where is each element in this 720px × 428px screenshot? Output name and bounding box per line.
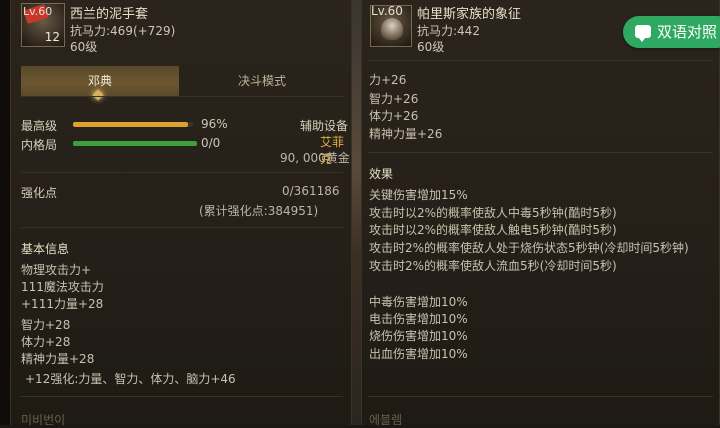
section-divider: [368, 60, 713, 61]
basic-line: 111魔法攻击力: [21, 280, 104, 294]
damage-line: 烧伤伤害增加10%: [369, 329, 468, 343]
section-divider: [21, 172, 343, 173]
background-strip: [352, 0, 361, 425]
effect-line: 攻击时以2%的概率使敌人触电5秒钟(酷时5秒): [369, 223, 617, 237]
effect-line: 攻击时以2%的概率使敌人中毒5秒钟(酷时5秒): [369, 206, 617, 220]
faded-section-title: 미비번이: [21, 413, 66, 427]
effect-line: 攻击时2%的概率使敌人处于烧伤状态5秒钟(冷却时间5秒钟): [369, 241, 689, 255]
bilingual-translate-button[interactable]: 双语对照: [623, 16, 720, 48]
enhance-total: (累计强化点:384951): [199, 204, 319, 218]
item-level: 60级: [417, 40, 445, 54]
item-name: 西兰的泥手套: [70, 7, 149, 22]
basic-line: 物理攻击力+: [21, 263, 92, 277]
basic-line: +111力量+28: [21, 297, 104, 311]
damage-line: 电击伤害增加10%: [369, 312, 468, 326]
item-level: 60级: [70, 40, 98, 54]
enhance-value: 0/361186: [282, 184, 340, 198]
enhance-label: 强化点: [21, 186, 58, 200]
basic-line: 精神力量+28: [21, 352, 95, 366]
stat-line: 力+26: [369, 73, 407, 87]
effect-line: 关键伤害增加15%: [369, 188, 468, 202]
section-divider: [21, 396, 343, 397]
effects-title: 效果: [369, 167, 394, 181]
section-divider: [21, 227, 343, 228]
grade-label: 最高级: [21, 119, 58, 133]
gloves-icon: Lv.60 12: [21, 3, 65, 47]
aux-label: 辅助设备: [300, 119, 349, 133]
stat-line: 体力+26: [369, 109, 419, 123]
basic-info-title: 基本信息: [21, 242, 70, 256]
damage-line: 中毒伤害增加10%: [369, 295, 468, 309]
mode-tabs: 邓典 决斗模式: [21, 66, 343, 96]
grade-bar-fill: [73, 122, 189, 127]
emblem-shape: [381, 18, 403, 40]
pattern-bar: [73, 141, 197, 146]
pattern-label: 内格局: [21, 138, 58, 152]
section-divider: [368, 396, 713, 397]
pattern-bar-fill: [73, 141, 197, 146]
item-tooltip-emblem: Lv.60 帕里斯家族的象征 抗马力:442 60级 力+26 智力+26 体力…: [361, 0, 720, 427]
item-count: 12: [44, 30, 60, 44]
item-resist: 抗马力:469(+729): [70, 24, 176, 38]
emblem-icon: Lv.60: [370, 4, 412, 47]
stat-line: 智力+26: [369, 92, 419, 106]
item-resist: 抗马力:442: [417, 24, 480, 38]
damage-line: 出血伤害增加10%: [369, 347, 468, 361]
section-divider: [368, 152, 713, 153]
faded-section-title: 에블렘: [369, 413, 403, 427]
item-level-tag: Lv.60: [23, 5, 53, 18]
translate-button-label: 双语对照: [657, 23, 718, 41]
tab-divider: [21, 96, 343, 97]
aux-price: 90, 000黄金: [280, 151, 350, 165]
stat-line: 精神力量+26: [369, 127, 443, 141]
basic-line: 体力+28: [21, 335, 71, 349]
pattern-value: 0/0: [201, 136, 221, 150]
item-name: 帕里斯家族的象征: [417, 7, 522, 22]
item-level-tag: Lv.60: [371, 4, 403, 18]
item-tooltip-gloves: Lv.60 12 西兰的泥手套 抗马力:469(+729) 60级 邓典 决斗模…: [10, 0, 352, 427]
enhance-bonus-line: +12强化:力量、智力、体力、脑力+46: [25, 372, 236, 386]
left-edge-strip: [0, 0, 10, 425]
basic-line: 智力+28: [21, 318, 71, 332]
chat-bubble-icon: [635, 25, 651, 42]
effect-line: 攻击时2%的概率使敌人流血5秒(冷却时间5秒): [369, 259, 617, 273]
tab-duel-mode[interactable]: 决斗模式: [181, 66, 343, 96]
grade-bar: [73, 122, 193, 127]
grade-value: 96%: [201, 117, 228, 131]
